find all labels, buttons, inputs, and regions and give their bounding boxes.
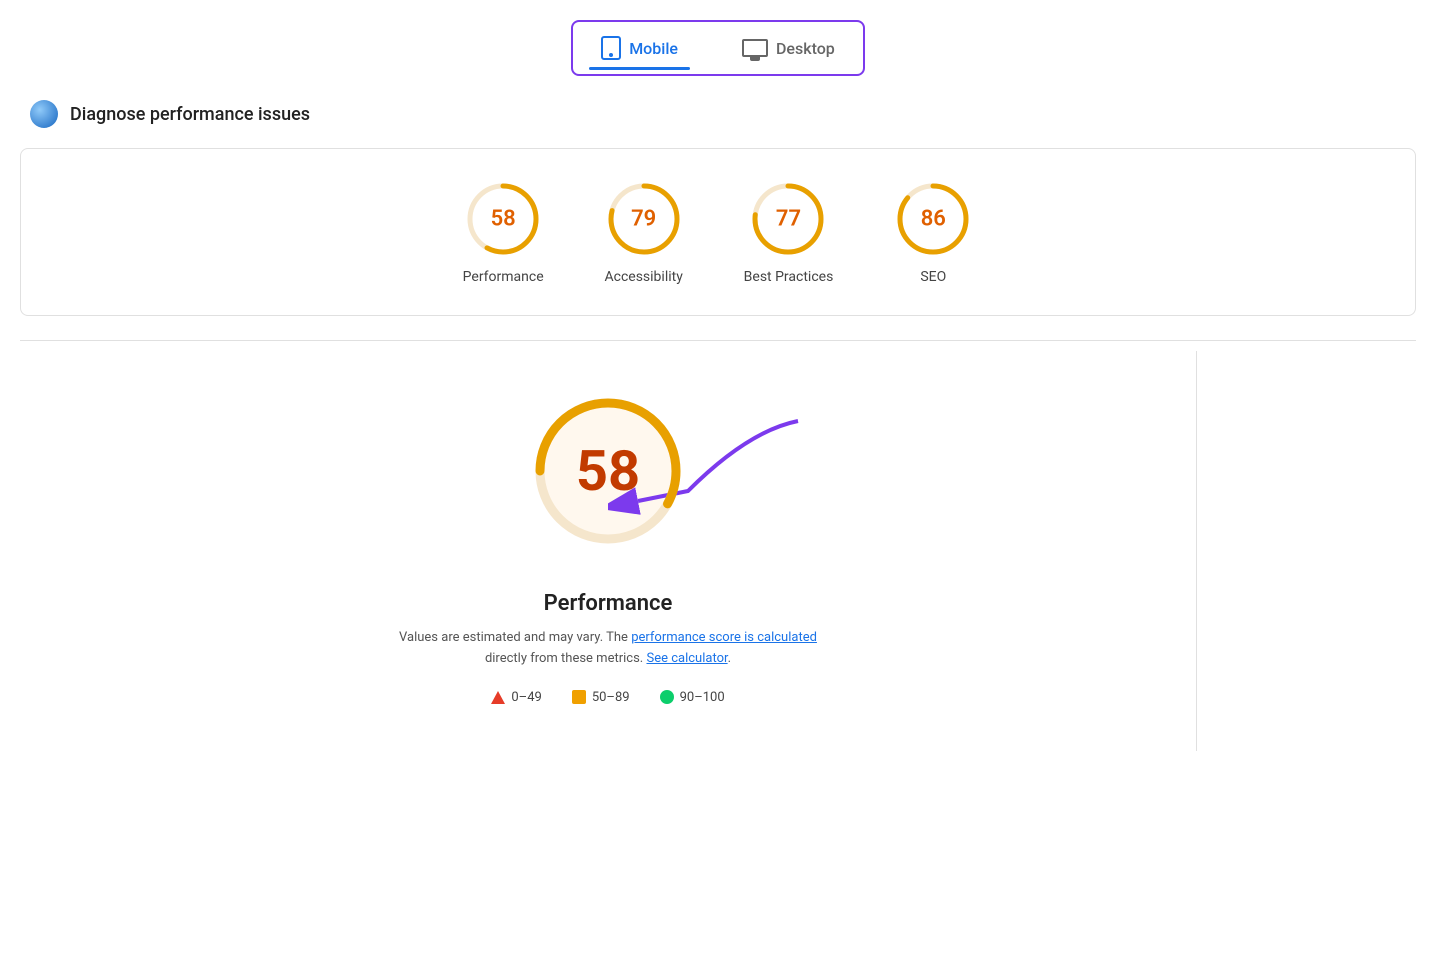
legend-icon-red — [491, 691, 505, 704]
score-label-performance: Performance — [463, 269, 544, 285]
gauge-value-performance: 58 — [491, 207, 516, 232]
tab-desktop-label: Desktop — [776, 39, 835, 58]
score-card-accessibility[interactable]: 79 Accessibility — [604, 179, 684, 285]
performance-score-link[interactable]: performance score is calculated — [631, 630, 817, 645]
score-card-best-practices[interactable]: 77 Best Practices — [744, 179, 834, 285]
score-card-seo[interactable]: 86 SEO — [893, 179, 973, 285]
tab-container: Mobile Desktop — [571, 20, 865, 76]
legend-icon-green — [660, 690, 674, 704]
tab-bar: Mobile Desktop — [20, 20, 1416, 76]
legend-label-green: 90–100 — [680, 690, 725, 705]
gauge-best-practices: 77 — [748, 179, 828, 259]
mobile-icon — [601, 36, 621, 60]
score-cards: 58 Performance 79 Accessibility — [61, 179, 1375, 285]
tab-desktop[interactable]: Desktop — [730, 33, 847, 64]
gauge-performance: 58 — [463, 179, 543, 259]
diagnose-icon — [30, 100, 58, 128]
score-cards-section: 58 Performance 79 Accessibility — [20, 148, 1416, 316]
legend-icon-orange — [572, 690, 586, 704]
performance-sidebar — [1196, 351, 1416, 751]
score-card-performance[interactable]: 58 Performance — [463, 179, 544, 285]
performance-main: 58 Performance Values are estimated and … — [20, 351, 1196, 751]
gauge-accessibility: 79 — [604, 179, 684, 259]
gauge-seo: 86 — [893, 179, 973, 259]
big-gauge-performance: 58 — [528, 391, 688, 551]
performance-detail: 58 Performance Values are estimated and … — [20, 351, 1416, 751]
legend-label-orange: 50–89 — [592, 690, 630, 705]
legend-item-red: 0–49 — [491, 690, 541, 705]
score-label-accessibility: Accessibility — [604, 269, 682, 285]
score-legend: 0–49 50–89 90–100 — [491, 690, 724, 705]
performance-desc: Values are estimated and may vary. The p… — [398, 628, 818, 670]
score-label-best-practices: Best Practices — [744, 269, 834, 285]
legend-item-green: 90–100 — [660, 690, 725, 705]
score-label-seo: SEO — [920, 269, 946, 285]
tab-mobile-label: Mobile — [629, 39, 678, 58]
performance-detail-label: Performance — [544, 591, 673, 616]
gauge-value-accessibility: 79 — [631, 207, 656, 232]
diagnose-header: Diagnose performance issues — [20, 100, 1416, 128]
gauge-value-seo: 86 — [921, 207, 946, 232]
section-divider — [20, 340, 1416, 341]
legend-item-orange: 50–89 — [572, 690, 630, 705]
desktop-icon — [742, 39, 768, 57]
tab-mobile[interactable]: Mobile — [589, 30, 690, 66]
diagnose-title: Diagnose performance issues — [70, 104, 310, 125]
gauge-value-best-practices: 77 — [776, 207, 801, 232]
legend-label-red: 0–49 — [511, 690, 541, 705]
calculator-link[interactable]: See calculator — [646, 651, 727, 666]
